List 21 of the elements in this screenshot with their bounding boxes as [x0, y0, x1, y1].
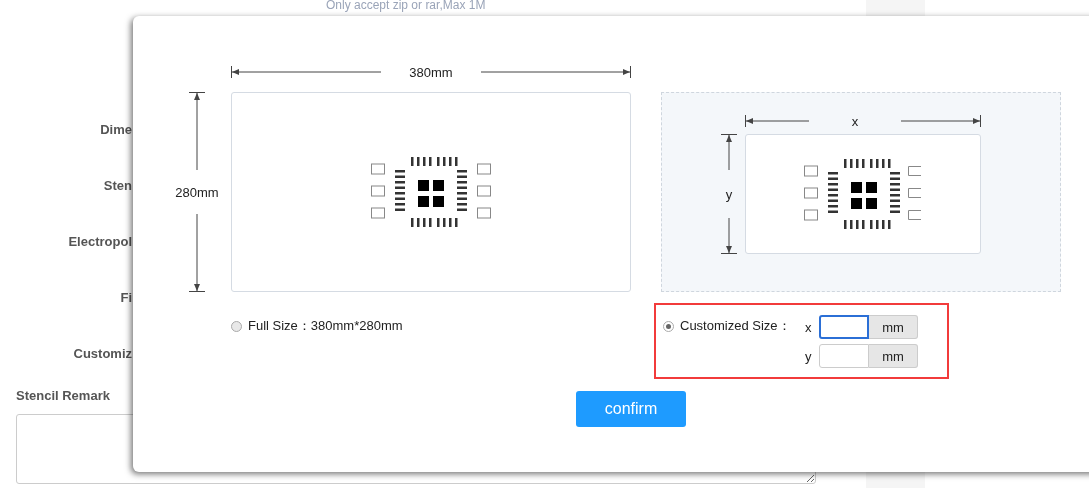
axis-label: x	[805, 319, 813, 335]
form-label: Dime	[100, 122, 132, 138]
full-size-radio[interactable]: Full Size：380mm*280mm	[231, 317, 403, 335]
form-label: Fi	[120, 290, 132, 306]
axis-label: y	[805, 348, 813, 364]
form-label: Customiz	[73, 346, 132, 362]
height-label: y	[725, 186, 733, 202]
upload-hint: Only accept zip or rar,Max 1M	[326, 0, 486, 12]
form-label: Electropol	[68, 234, 132, 250]
form-label: Sten	[103, 178, 132, 194]
remark-label: Stencil Remark	[16, 388, 110, 403]
unit-label: mm	[869, 315, 918, 339]
width-label: x	[851, 113, 859, 129]
unit-label: mm	[869, 344, 918, 368]
height-label: 280mm	[175, 184, 219, 200]
customized-size-radio[interactable]: Customized Size：	[663, 317, 805, 335]
width-label: 380mm	[409, 64, 453, 80]
dimension-arrow	[745, 115, 809, 127]
size-input-field[interactable]	[819, 315, 869, 339]
dimension-arrow	[719, 134, 739, 170]
dimension-arrow	[719, 218, 739, 254]
